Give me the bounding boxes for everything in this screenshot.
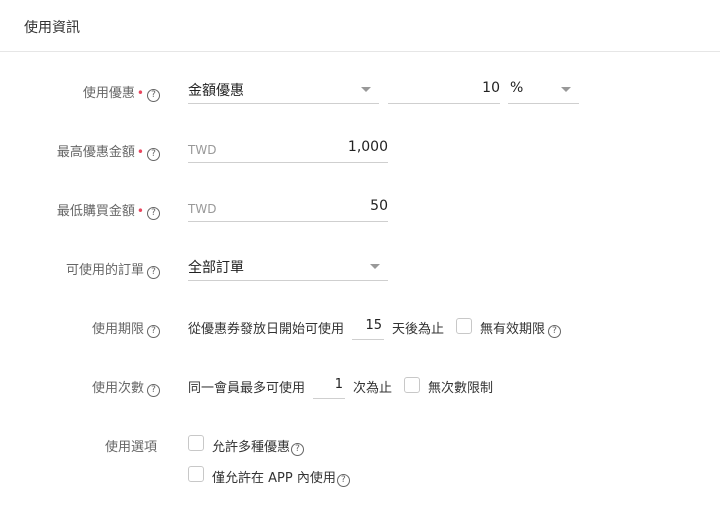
- discount-amount-input[interactable]: 10: [388, 78, 500, 104]
- period-label: 使用期限: [91, 322, 144, 337]
- discount-unit-select[interactable]: %: [508, 78, 579, 104]
- min-purchase-label-row: 最低購買金額 •?: [0, 200, 160, 220]
- period-suffix-text: 天後為止: [392, 322, 445, 337]
- orders-label-row: 可使用的訂單?: [0, 259, 160, 279]
- usage-count-input[interactable]: 1: [313, 373, 345, 399]
- min-purchase-value: 50: [370, 198, 388, 214]
- app-only-label: 僅允許在 APP 內使用: [212, 471, 336, 486]
- chevron-down-icon: [561, 87, 571, 92]
- min-purchase-label: 最低購買金額: [56, 204, 135, 219]
- discount-unit-value: %: [510, 80, 524, 96]
- app-only-label-row: 僅允許在 APP 內使用?: [212, 467, 350, 487]
- help-icon[interactable]: ?: [147, 266, 160, 279]
- orders-label: 可使用的訂單: [65, 263, 144, 278]
- app-only-checkbox[interactable]: [188, 466, 204, 482]
- help-icon[interactable]: ?: [291, 443, 305, 456]
- no-expiry-label-row: 無有效期限?: [480, 318, 562, 338]
- usage-prefix-text: 同一會員最多可使用: [188, 381, 306, 396]
- options-label-row: 使用選項: [0, 436, 160, 455]
- multi-discount-checkbox[interactable]: [188, 435, 204, 451]
- usage-count-label: 使用次數: [91, 381, 144, 396]
- usage-count-label-row: 使用次數?: [0, 377, 160, 397]
- period-prefix-text: 從優惠券發放日開始可使用: [188, 322, 345, 337]
- section-title: 使用資訊: [24, 20, 80, 36]
- unlimited-label: 無次數限制: [428, 381, 494, 396]
- no-expiry-checkbox[interactable]: [456, 318, 472, 334]
- period-label-row: 使用期限?: [0, 318, 160, 338]
- max-discount-label: 最高優惠金額: [56, 145, 135, 160]
- max-discount-label-row: 最高優惠金額 •?: [0, 141, 160, 161]
- discount-label: 使用優惠: [82, 86, 135, 101]
- discount-type-select[interactable]: 金額優惠: [188, 78, 379, 104]
- orders-select[interactable]: 全部訂單: [188, 255, 388, 281]
- help-icon[interactable]: ?: [336, 474, 350, 487]
- required-mark: •: [136, 86, 144, 100]
- discount-type-value: 金額優惠: [188, 83, 244, 99]
- max-discount-value: 1,000: [347, 139, 388, 155]
- currency-prefix: TWD: [188, 143, 217, 157]
- required-mark: •: [136, 145, 144, 159]
- unlimited-checkbox[interactable]: [404, 377, 420, 393]
- chevron-down-icon: [370, 264, 380, 269]
- help-icon[interactable]: ?: [548, 325, 562, 338]
- chevron-down-icon: [361, 87, 371, 92]
- discount-amount-value: 10: [482, 80, 500, 96]
- currency-prefix: TWD: [188, 202, 217, 216]
- required-mark: •: [136, 204, 144, 218]
- section-header: 使用資訊: [0, 0, 720, 52]
- help-icon[interactable]: ?: [147, 148, 160, 161]
- usage-suffix-text: 次為止: [353, 381, 393, 396]
- min-purchase-input[interactable]: TWD 50: [188, 196, 388, 222]
- help-icon[interactable]: ?: [147, 89, 160, 102]
- help-icon[interactable]: ?: [147, 207, 160, 220]
- discount-label-row: 使用優惠 •?: [0, 82, 160, 102]
- help-icon[interactable]: ?: [147, 384, 160, 397]
- max-discount-input[interactable]: TWD 1,000: [188, 137, 388, 163]
- no-expiry-label: 無有效期限: [480, 322, 546, 337]
- orders-value: 全部訂單: [188, 260, 244, 276]
- multi-discount-label: 允許多種優惠: [212, 440, 291, 455]
- multi-discount-label-row: 允許多種優惠?: [212, 436, 305, 456]
- options-label: 使用選項: [104, 440, 157, 455]
- period-days-input[interactable]: 15: [352, 314, 384, 340]
- help-icon[interactable]: ?: [147, 325, 160, 338]
